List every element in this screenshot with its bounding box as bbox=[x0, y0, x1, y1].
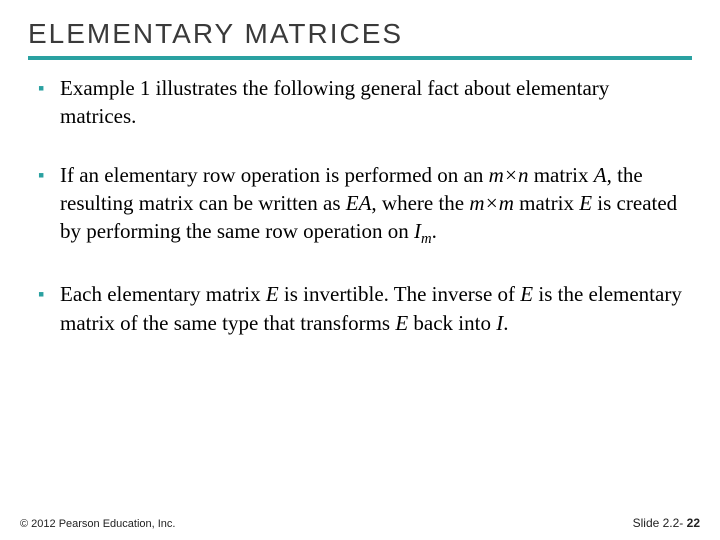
slide: ELEMENTARY MATRICES Example 1 illustrate… bbox=[0, 0, 720, 540]
b2-Isub: m bbox=[421, 232, 432, 248]
b3-t1: Each elementary matrix bbox=[60, 282, 266, 306]
b2-t7: . bbox=[432, 219, 437, 243]
b2-times-2: × bbox=[485, 191, 499, 215]
bullet-item-3: Each elementary matrix E is invertible. … bbox=[38, 280, 682, 337]
bullet-item-1: Example 1 illustrates the following gene… bbox=[38, 74, 682, 131]
b2-mxm-m2: m bbox=[499, 191, 514, 215]
b2-t1: If an elementary row operation is perfor… bbox=[60, 163, 489, 187]
b2-t2: matrix bbox=[528, 163, 593, 187]
b2-E: E bbox=[579, 191, 592, 215]
b2-t5: matrix bbox=[514, 191, 579, 215]
bullet-1-text: Example 1 illustrates the following gene… bbox=[60, 76, 609, 128]
b3-E2: E bbox=[520, 282, 533, 306]
b2-A: A bbox=[594, 163, 607, 187]
b2-I: I bbox=[414, 219, 421, 243]
b2-mxn-m: m bbox=[489, 163, 504, 187]
copyright-text: © 2012 Pearson Education, Inc. bbox=[20, 518, 175, 530]
b3-E3: E bbox=[395, 311, 408, 335]
b2-EA: EA bbox=[346, 191, 372, 215]
bullet-item-2: If an elementary row operation is perfor… bbox=[38, 161, 682, 251]
b3-t4: back into bbox=[408, 311, 496, 335]
b2-times-1: × bbox=[504, 163, 518, 187]
bullet-list: Example 1 illustrates the following gene… bbox=[38, 74, 682, 337]
slide-number-label: Slide 2.2- 22 bbox=[633, 516, 700, 530]
b2-mxm-m1: m bbox=[469, 191, 484, 215]
b2-mxn-n: n bbox=[518, 163, 529, 187]
slide-label: Slide 2.2- bbox=[633, 516, 687, 530]
content-area: Example 1 illustrates the following gene… bbox=[0, 60, 720, 337]
slide-number: 22 bbox=[687, 516, 700, 530]
footer: © 2012 Pearson Education, Inc. Slide 2.2… bbox=[0, 516, 720, 530]
title-container: ELEMENTARY MATRICES bbox=[0, 0, 720, 60]
b3-t2: is invertible. The inverse of bbox=[279, 282, 521, 306]
b3-E1: E bbox=[266, 282, 279, 306]
b2-t4: , where the bbox=[371, 191, 469, 215]
slide-title: ELEMENTARY MATRICES bbox=[28, 18, 692, 60]
b3-t5: . bbox=[503, 311, 508, 335]
